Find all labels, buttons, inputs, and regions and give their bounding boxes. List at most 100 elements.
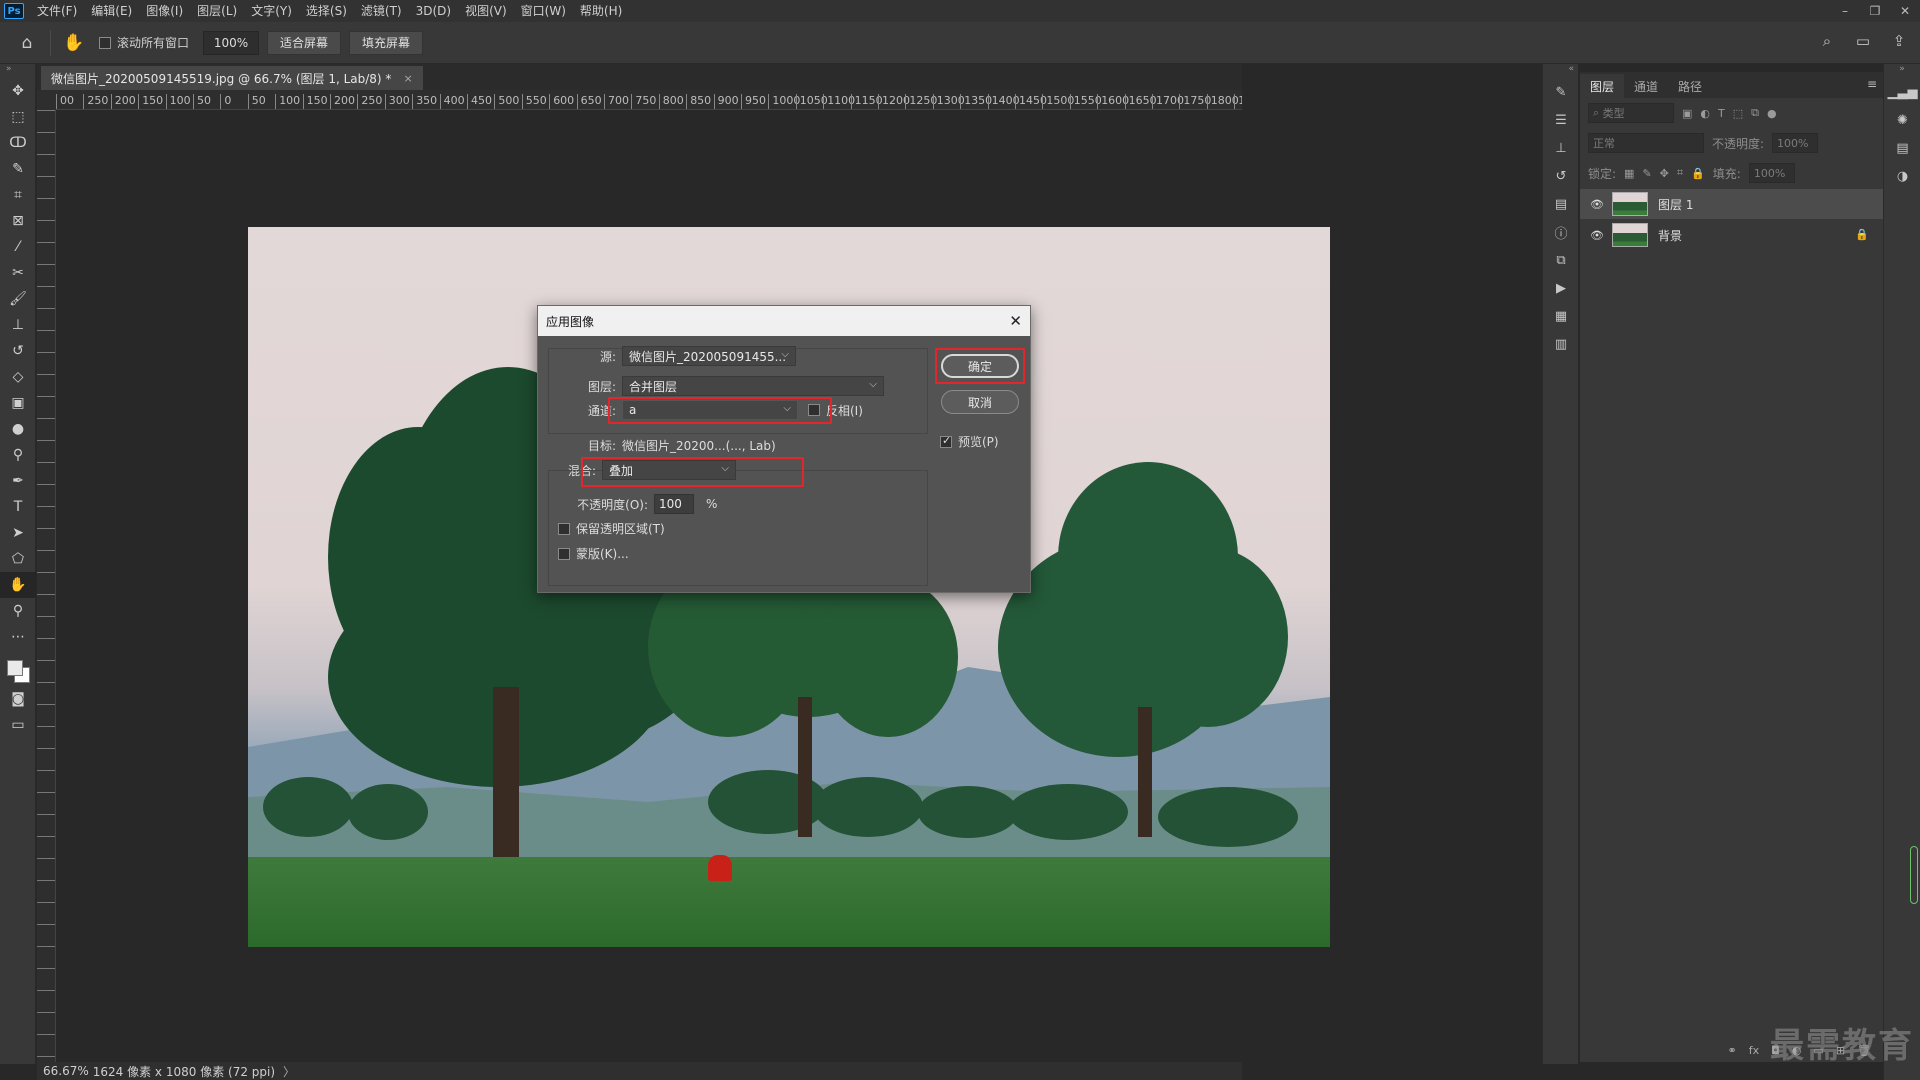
zoom-100-button[interactable]: 100% <box>203 30 260 55</box>
document-tab[interactable]: 微信图片_20200509145519.jpg @ 66.7% (图层 1, L… <box>41 66 423 90</box>
paths-icon[interactable]: ⧉ <box>1543 246 1579 274</box>
adjustment-filter-icon[interactable]: ◐ <box>1700 107 1710 120</box>
source-select[interactable]: 微信图片_202005091455... ⌵ <box>622 346 796 366</box>
collapse-toolbar-icon[interactable]: » <box>0 64 35 78</box>
tab-channels[interactable]: 通道 <box>1624 74 1668 98</box>
layer-blend-mode-select[interactable]: 正常 <box>1588 133 1704 153</box>
vertical-scroll-indicator[interactable] <box>1910 846 1918 904</box>
close-window-button[interactable]: ✕ <box>1890 0 1920 22</box>
move-tool-icon[interactable]: ✥ <box>0 78 36 104</box>
notes-icon[interactable]: ▥ <box>1543 330 1579 358</box>
marquee-tool-icon[interactable]: ⬚ <box>0 104 36 130</box>
lock-position-icon[interactable]: ✥ <box>1660 167 1669 180</box>
more-tools-icon[interactable]: ⋯ <box>0 624 36 650</box>
lock-pixels-icon[interactable]: ✎ <box>1642 167 1651 180</box>
menu-filter[interactable]: 滤镜(T) <box>354 0 409 22</box>
menu-select[interactable]: 选择(S) <box>299 0 354 22</box>
brush-tool-icon[interactable]: 🖌 <box>0 286 36 312</box>
menu-type[interactable]: 文字(Y) <box>244 0 299 22</box>
mask-checkbox[interactable] <box>558 547 570 560</box>
navigator-icon[interactable]: ✺ <box>1884 106 1920 134</box>
tab-layers[interactable]: 图层 <box>1580 74 1625 98</box>
scroll-all-windows-toggle[interactable]: 滚动所有窗口 <box>99 34 189 51</box>
pen-tool-icon[interactable]: ✒ <box>0 468 36 494</box>
smart-object-filter-icon[interactable]: ⧉ <box>1751 106 1759 120</box>
search-icon[interactable]: ⌕ <box>1816 30 1838 52</box>
adjustments-icon[interactable]: ☰ <box>1543 106 1579 134</box>
preserve-transparency-checkbox[interactable] <box>558 522 570 535</box>
menu-view[interactable]: 视图(V) <box>458 0 514 22</box>
styles-icon[interactable]: ▤ <box>1884 134 1920 162</box>
fit-screen-button[interactable]: 适合屏幕 <box>267 30 342 55</box>
link-layers-icon[interactable]: ⚭ <box>1727 1044 1736 1057</box>
visibility-eye-icon[interactable]: 👁 <box>1590 229 1604 242</box>
foreground-color-swatch[interactable] <box>7 660 23 676</box>
brush-settings-icon[interactable]: ✎ <box>1543 78 1579 106</box>
menu-layer[interactable]: 图层(L) <box>190 0 244 22</box>
lock-artboard-icon[interactable]: ⌗ <box>1677 166 1683 180</box>
menu-help[interactable]: 帮助(H) <box>573 0 629 22</box>
actions-icon[interactable]: ▶ <box>1543 274 1579 302</box>
eraser-tool-icon[interactable]: ◇ <box>0 364 36 390</box>
preview-checkbox[interactable] <box>940 434 952 448</box>
menu-window[interactable]: 窗口(W) <box>514 0 573 22</box>
lock-all-icon[interactable]: 🔒 <box>1691 167 1705 180</box>
layer-style-icon[interactable]: fx <box>1749 1044 1759 1057</box>
clone-stamp-tool-icon[interactable]: ⊥ <box>0 312 36 338</box>
gradient-tool-icon[interactable]: ▣ <box>0 390 36 416</box>
zoom-tool-icon[interactable]: ⚲ <box>0 598 36 624</box>
properties-icon[interactable]: ▤ <box>1543 190 1579 218</box>
dialog-close-icon[interactable]: ✕ <box>1009 312 1022 330</box>
info-icon[interactable]: ⓘ <box>1543 218 1579 246</box>
hand-tool-preset-icon[interactable]: ✋ <box>61 30 87 56</box>
canvas-area[interactable]: 应用图像 ✕ 源: 微信图片_202005091455... ⌵ 图层: 合并图… <box>57 111 1330 1061</box>
frame-tool-icon[interactable]: ⊠ <box>0 208 36 234</box>
status-zoom[interactable]: 66.67% <box>43 1064 89 1078</box>
visibility-eye-icon[interactable]: 👁 <box>1590 198 1604 211</box>
menu-file[interactable]: 文件(F) <box>30 0 84 22</box>
screen-mode-icon[interactable]: ▭ <box>0 712 36 738</box>
restore-button[interactable]: ❐ <box>1860 0 1890 22</box>
home-icon[interactable]: ⌂ <box>14 30 40 56</box>
workspace-icon[interactable]: ▭ <box>1852 30 1874 52</box>
layer-select[interactable]: 合并图层 ⌵ <box>622 376 884 396</box>
history-icon[interactable]: ↺ <box>1543 162 1579 190</box>
fill-input[interactable]: 100% <box>1748 163 1795 183</box>
shape-tool-icon[interactable]: ⬠ <box>0 546 36 572</box>
color-icon[interactable]: ◑ <box>1884 162 1920 190</box>
eyedropper-tool-icon[interactable]: ⁄ <box>0 234 36 260</box>
layer-row-background[interactable]: 👁 背景 🔒 <box>1580 220 1883 250</box>
cancel-button[interactable]: 取消 <box>941 390 1019 414</box>
layer-row-layer1[interactable]: 👁 图层 1 <box>1580 189 1883 219</box>
crop-tool-icon[interactable]: ⌗ <box>0 182 36 208</box>
panel-menu-icon[interactable]: ≡ <box>1867 77 1877 91</box>
collapse-right-icon[interactable]: » <box>1884 64 1920 78</box>
history-brush-tool-icon[interactable]: ↺ <box>0 338 36 364</box>
tab-paths[interactable]: 路径 <box>1668 74 1712 98</box>
lasso-tool-icon[interactable]: ↀ <box>0 130 36 156</box>
fill-screen-button[interactable]: 填充屏幕 <box>349 30 424 55</box>
minimize-button[interactable]: – <box>1830 0 1860 22</box>
opacity-input[interactable]: 100 <box>654 494 694 514</box>
dodge-tool-icon[interactable]: ⚲ <box>0 442 36 468</box>
collapse-dock-icon[interactable]: « <box>1543 64 1578 78</box>
histogram-icon[interactable]: ▁▃▅ <box>1884 78 1920 106</box>
filter-toggle-icon[interactable]: ● <box>1767 107 1777 120</box>
lock-transparent-icon[interactable]: ▦ <box>1624 167 1634 180</box>
pixel-filter-icon[interactable]: ▣ <box>1682 107 1692 120</box>
share-icon[interactable]: ⇪ <box>1888 30 1910 52</box>
layer-filter-select[interactable]: ⌕ 类型 <box>1588 103 1674 123</box>
type-tool-icon[interactable]: T <box>0 494 36 520</box>
blur-tool-icon[interactable]: ● <box>0 416 36 442</box>
scroll-all-windows-checkbox[interactable] <box>99 36 111 49</box>
chevron-right-icon[interactable]: 〉 <box>283 1063 295 1080</box>
menu-3d[interactable]: 3D(D) <box>409 0 458 22</box>
close-document-icon[interactable]: × <box>403 72 412 85</box>
clone-source-icon[interactable]: ⊥ <box>1543 134 1579 162</box>
color-swatches[interactable] <box>0 650 36 686</box>
quick-select-tool-icon[interactable]: ✎ <box>0 156 36 182</box>
path-select-tool-icon[interactable]: ➤ <box>0 520 36 546</box>
hand-tool-icon[interactable]: ✋ <box>0 572 36 598</box>
menu-image[interactable]: 图像(I) <box>139 0 190 22</box>
quick-mask-icon[interactable]: ◙ <box>0 686 36 712</box>
